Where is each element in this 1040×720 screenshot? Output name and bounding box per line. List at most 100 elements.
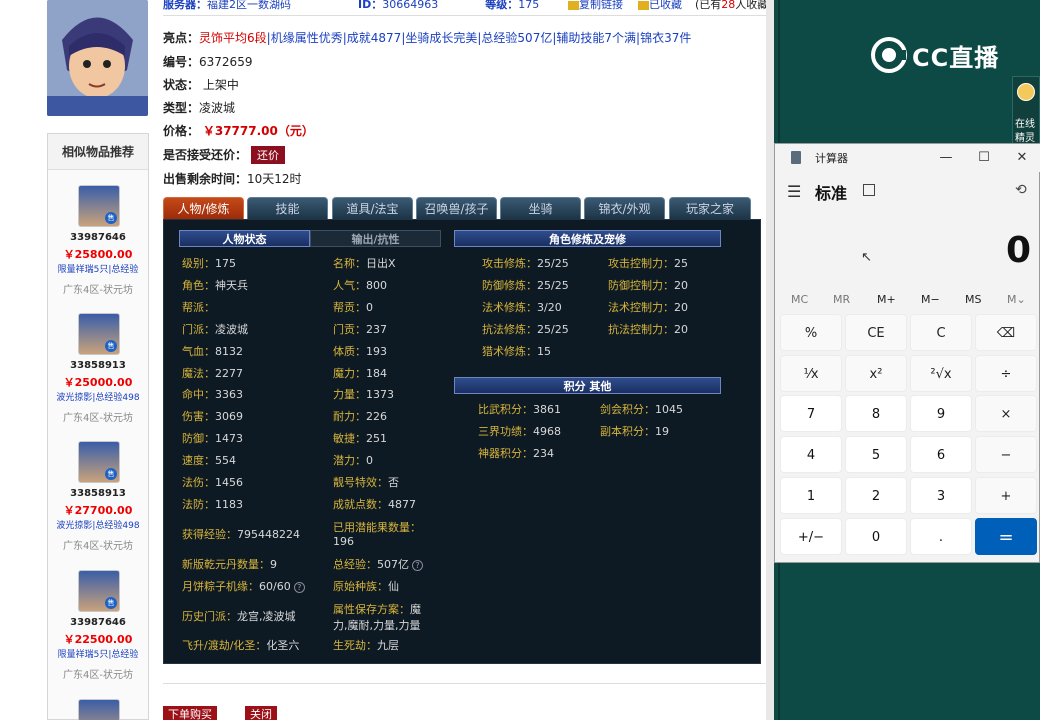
online-sprite-panel[interactable]: 在线 精灵: [1012, 76, 1040, 144]
similar-item[interactable]: 售 33987646 ￥25800.00 限量祥瑞5只|总经验 广东4区-状元坊: [48, 185, 148, 314]
stat-row-label: 级别：: [182, 257, 215, 270]
key-negate-button[interactable]: +/−: [780, 518, 842, 555]
mode-title: 标准: [815, 184, 848, 203]
key-add-button[interactable]: +: [975, 477, 1037, 514]
key-6-button[interactable]: 6: [910, 436, 972, 473]
key-square-root-button[interactable]: ²√x: [910, 355, 972, 392]
highlight-tag[interactable]: 成就4877: [347, 31, 402, 45]
key-backspace-button[interactable]: ⌫: [975, 314, 1037, 351]
control-row: 防御控制力：20: [608, 277, 688, 293]
close-button[interactable]: 关闭: [245, 706, 277, 720]
stat-row-value: 8132: [215, 344, 243, 358]
stat-row-value: 251: [366, 432, 387, 446]
help-icon[interactable]: ?: [412, 559, 423, 571]
tab-character[interactable]: 人物/修炼: [163, 197, 244, 219]
minimize-button[interactable]: —: [927, 144, 965, 172]
similar-item-thumbnail[interactable]: 售: [78, 441, 120, 483]
score-row-label: 比武积分：: [478, 403, 533, 416]
stat-row-label: 靓号特效：: [333, 476, 388, 489]
stat-row-value: 237: [366, 322, 387, 336]
race-row: 原始种族：仙: [333, 578, 399, 594]
tab-pets[interactable]: 召唤兽/孩子: [416, 197, 497, 219]
close-window-button[interactable]: ✕: [1003, 144, 1040, 172]
highlight-tag[interactable]: 总经验507亿: [481, 31, 552, 45]
calculator-titlebar[interactable]: 计算器 — ☐ ✕: [775, 144, 1040, 172]
key-divide-button[interactable]: ÷: [975, 355, 1037, 392]
memory-key[interactable]: M+: [877, 293, 896, 306]
life-death-value: 九层: [377, 639, 399, 652]
highlight-tag[interactable]: 机缘属性优秀: [271, 31, 343, 45]
key-5-button[interactable]: 5: [845, 436, 907, 473]
tab-skills[interactable]: 技能: [247, 197, 328, 219]
page-scrollbar[interactable]: [766, 0, 774, 720]
highlight-tag[interactable]: 坐骑成长完美: [405, 31, 477, 45]
similar-item-thumbnail[interactable]: 售: [78, 570, 120, 612]
similar-item-server: 广东4区-状元坊: [63, 285, 133, 296]
copy-link[interactable]: 复制链接: [579, 0, 623, 11]
stat-row-label: 魔力：: [333, 366, 366, 380]
help-icon[interactable]: ?: [293, 581, 305, 593]
highlight-tag[interactable]: 锦衣37件: [640, 31, 691, 45]
similar-item-tags[interactable]: 波光掠影|总经验498: [48, 390, 148, 403]
highlight-tag[interactable]: 灵饰平均6段: [199, 31, 267, 45]
stat-row-label: 法防：: [182, 497, 215, 511]
stat-row: 力量：1373: [333, 386, 394, 402]
key-8-button[interactable]: 8: [845, 395, 907, 432]
similar-item-server: 广东4区-状元坊: [63, 413, 133, 424]
stat-row: 帮贡：0: [333, 299, 373, 315]
key-multiply-button[interactable]: ×: [975, 395, 1037, 432]
key-4-button[interactable]: 4: [780, 436, 842, 473]
type-row: 类型：凌波城: [163, 99, 235, 116]
key-equals-button[interactable]: =: [975, 518, 1037, 555]
key-0-button[interactable]: 0: [845, 518, 907, 555]
similar-item-tags[interactable]: 限量祥瑞5只|总经验: [48, 262, 148, 275]
key-percent-button[interactable]: %: [780, 314, 842, 351]
tab-outfits[interactable]: 锦衣/外观: [584, 197, 665, 219]
resist-header[interactable]: 输出/抗性: [310, 230, 441, 247]
key-reciprocal-button[interactable]: ⅟x: [780, 355, 842, 392]
tab-mounts[interactable]: 坐骑: [500, 197, 581, 219]
cultivation-row-label: 抗法修炼：: [482, 323, 537, 336]
similar-item[interactable]: 售 33987646 ￥22500.00 限量祥瑞5只|总经验 广东4区-状元坊: [48, 570, 148, 699]
stat-row-value: 1456: [215, 476, 243, 489]
memory-key[interactable]: MS: [965, 293, 981, 306]
ascend-label: 飞升/渡劫/化圣：: [182, 639, 267, 652]
bargain-button[interactable]: 还价: [251, 146, 286, 164]
similar-item-thumbnail[interactable]: 售: [78, 185, 120, 227]
similar-item-server: 广东4区-状元坊: [63, 670, 133, 681]
menu-icon[interactable]: ☰: [787, 182, 801, 201]
similar-item-tags[interactable]: 波光掠影|总经验498: [48, 518, 148, 531]
key-3-button[interactable]: 3: [910, 477, 972, 514]
stat-row: 角色：神天兵: [182, 277, 248, 293]
keep-on-top-icon[interactable]: [863, 184, 875, 196]
ascend-value: 化圣六: [266, 639, 300, 652]
key-9-button[interactable]: 9: [910, 395, 972, 432]
key-decimal-button[interactable]: .: [910, 518, 972, 555]
key-clear-entry-button[interactable]: CE: [845, 314, 907, 351]
key-subtract-button[interactable]: −: [975, 436, 1037, 473]
key-7-button[interactable]: 7: [780, 395, 842, 432]
favorited-link[interactable]: 已收藏: [649, 0, 682, 11]
similar-item[interactable]: 售 33858913 ￥27700.00 波光掠影|总经验498 广东4区-状元…: [48, 441, 148, 570]
stat-row: 气血：8132: [182, 343, 243, 359]
mooncake-row: 月饼粽子机缘：60/60?: [182, 578, 305, 594]
stat-row: 级别：175: [182, 255, 236, 271]
key-1-button[interactable]: 1: [780, 477, 842, 514]
highlight-tag[interactable]: 辅助技能7个满: [556, 31, 636, 45]
tab-items[interactable]: 道具/法宝: [332, 197, 413, 219]
stat-row-label: 防御：: [182, 432, 215, 446]
similar-item-thumbnail[interactable]: 售: [78, 313, 120, 355]
similar-item-thumbnail[interactable]: [78, 699, 120, 720]
key-2-button[interactable]: 2: [845, 477, 907, 514]
buy-button[interactable]: 下单购买: [163, 706, 217, 720]
maximize-button[interactable]: ☐: [965, 144, 1003, 172]
similar-item-tags[interactable]: 限量祥瑞5只|总经验: [48, 647, 148, 660]
char-status-header[interactable]: 人物状态: [179, 230, 310, 247]
key-square-button[interactable]: x²: [845, 355, 907, 392]
similar-item[interactable]: 售 33858913 ￥25000.00 波光掠影|总经验498 广东4区-状元…: [48, 313, 148, 442]
history-icon[interactable]: ⟲: [1015, 182, 1027, 198]
tab-home[interactable]: 玩家之家: [669, 197, 751, 219]
attr-scheme-label: 属性保存方案：: [333, 603, 410, 616]
memory-key[interactable]: M−: [921, 293, 940, 306]
key-clear-button[interactable]: C: [910, 314, 972, 351]
